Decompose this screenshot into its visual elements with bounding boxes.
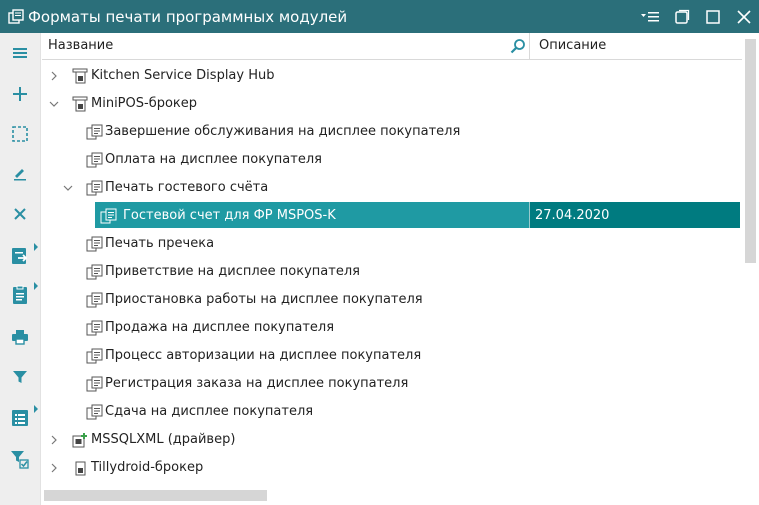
format-icon bbox=[86, 264, 103, 280]
add-button[interactable] bbox=[0, 78, 40, 110]
tree-row[interactable]: Tillydroid-брокер bbox=[42, 454, 742, 482]
export-button[interactable] bbox=[0, 240, 40, 272]
filter-button[interactable] bbox=[0, 361, 40, 393]
chevron-down-icon[interactable] bbox=[49, 99, 59, 109]
tree-row-label: Tillydroid-брокер bbox=[91, 460, 204, 475]
tree-row[interactable]: MiniPOS-брокер bbox=[42, 90, 742, 118]
dashed-select-icon bbox=[12, 126, 28, 142]
tree-row[interactable]: Печать гостевого счёта bbox=[42, 174, 742, 202]
title-bar: Форматы печати программных модулей bbox=[0, 0, 759, 33]
export-icon bbox=[12, 248, 28, 264]
tree-row-selected[interactable]: Гостевой счет для ФР MSPOS-K 27.04.2020 bbox=[42, 202, 742, 230]
select-button[interactable] bbox=[0, 118, 40, 150]
plus-icon bbox=[13, 87, 27, 101]
app-icon bbox=[8, 8, 24, 24]
list-button[interactable] bbox=[0, 402, 40, 434]
list-menu-indicator bbox=[34, 405, 38, 413]
tree-row-label: MSSQLXML (драйвер) bbox=[91, 432, 236, 447]
tree-row-label: Гостевой счет для ФР MSPOS-K bbox=[123, 208, 336, 223]
maximize-button[interactable] bbox=[697, 0, 728, 33]
printer-icon bbox=[12, 330, 28, 345]
format-icon bbox=[86, 320, 103, 336]
driver-icon bbox=[72, 433, 87, 448]
tree-row-label: Оплата на дисплее покупателя bbox=[105, 152, 322, 167]
pencil-icon bbox=[14, 169, 26, 181]
tree-row-label: Завершение обслуживания на дисплее покуп… bbox=[105, 124, 461, 139]
maximize-icon bbox=[705, 9, 720, 24]
menu-button[interactable] bbox=[0, 37, 40, 69]
tree-row-label: Сдача на дисплее покупателя bbox=[105, 404, 314, 419]
side-toolbar bbox=[0, 33, 41, 505]
edit-button[interactable] bbox=[0, 157, 40, 189]
menu-icon bbox=[640, 11, 659, 21]
x-icon bbox=[14, 208, 26, 220]
column-header-name[interactable]: Название bbox=[42, 33, 530, 59]
hamburger-icon bbox=[13, 48, 27, 58]
tree-row-label: Печать пречека bbox=[105, 236, 215, 251]
export-menu-indicator bbox=[34, 243, 38, 251]
close-icon bbox=[736, 9, 751, 24]
column-header-description-label: Описание bbox=[539, 38, 607, 53]
chevron-down-icon[interactable] bbox=[63, 183, 73, 193]
tree-row-label: Процесс авторизации на дисплее покупател… bbox=[105, 348, 422, 363]
tree-grid: Kitchen Service Display Hub MiniPOS-брок… bbox=[42, 62, 742, 490]
tree-row[interactable]: Kitchen Service Display Hub bbox=[42, 62, 742, 90]
module-icon bbox=[72, 68, 88, 84]
document-menu-indicator bbox=[34, 282, 38, 290]
format-icon bbox=[100, 208, 117, 224]
filter-check-icon bbox=[11, 451, 29, 469]
tree-row[interactable]: Приветствие на дисплее покупателя bbox=[42, 258, 742, 286]
tree-row[interactable]: Печать пречека bbox=[42, 230, 742, 258]
tree-row-label: Печать гостевого счёта bbox=[105, 180, 269, 195]
window-menu-button[interactable] bbox=[635, 0, 666, 33]
chevron-right-icon[interactable] bbox=[49, 463, 59, 473]
restore-icon bbox=[674, 9, 689, 24]
format-icon bbox=[86, 180, 103, 196]
vertical-scrollbar-thumb[interactable] bbox=[745, 39, 756, 263]
tree-row-label: Регистрация заказа на дисплее покупателя bbox=[105, 376, 409, 391]
restore-button[interactable] bbox=[666, 0, 697, 33]
format-icon bbox=[86, 236, 103, 252]
filter-icon bbox=[13, 371, 27, 383]
module-icon bbox=[75, 461, 86, 476]
filter-check-button[interactable] bbox=[0, 443, 40, 475]
search-icon[interactable] bbox=[510, 38, 526, 54]
format-icon bbox=[86, 376, 103, 392]
tree-row[interactable]: Завершение обслуживания на дисплее покуп… bbox=[42, 118, 742, 146]
chevron-right-icon[interactable] bbox=[49, 435, 59, 445]
list-icon bbox=[12, 410, 28, 426]
tree-row-label: MiniPOS-брокер bbox=[91, 96, 198, 111]
document-button[interactable] bbox=[0, 279, 40, 311]
tree-row-label: Приветствие на дисплее покупателя bbox=[105, 264, 360, 279]
format-icon bbox=[86, 124, 103, 140]
horizontal-scrollbar-thumb[interactable] bbox=[44, 490, 267, 501]
delete-button[interactable] bbox=[0, 198, 40, 230]
document-icon bbox=[13, 285, 27, 304]
grid-header: Название Описание bbox=[42, 33, 742, 60]
format-icon bbox=[86, 152, 103, 168]
tree-row-label: Приостановка работы на дисплее покупател… bbox=[105, 292, 423, 307]
format-icon bbox=[86, 348, 103, 364]
close-button[interactable] bbox=[728, 0, 759, 33]
tree-row[interactable]: Процесс авторизации на дисплее покупател… bbox=[42, 342, 742, 370]
print-button[interactable] bbox=[0, 321, 40, 353]
tree-row-label: Kitchen Service Display Hub bbox=[91, 68, 275, 83]
format-icon bbox=[86, 292, 103, 308]
tree-row[interactable]: Продажа на дисплее покупателя bbox=[42, 314, 742, 342]
tree-row[interactable]: Регистрация заказа на дисплее покупателя bbox=[42, 370, 742, 398]
column-header-description[interactable]: Описание bbox=[531, 33, 742, 59]
tree-row[interactable]: Приостановка работы на дисплее покупател… bbox=[42, 286, 742, 314]
column-header-name-label: Название bbox=[48, 38, 114, 53]
window-title: Форматы печати программных модулей bbox=[28, 7, 348, 26]
horizontal-scrollbar[interactable] bbox=[42, 490, 742, 502]
vertical-scrollbar[interactable] bbox=[742, 33, 759, 505]
tree-row-description: 27.04.2020 bbox=[535, 208, 610, 223]
tree-row[interactable]: Сдача на дисплее покупателя bbox=[42, 398, 742, 426]
tree-row[interactable]: MSSQLXML (драйвер) bbox=[42, 426, 742, 454]
format-icon bbox=[86, 404, 103, 420]
tree-row[interactable]: Оплата на дисплее покупателя bbox=[42, 146, 742, 174]
tree-row-label: Продажа на дисплее покупателя bbox=[105, 320, 335, 335]
chevron-right-icon[interactable] bbox=[49, 71, 59, 81]
module-icon bbox=[72, 96, 88, 112]
